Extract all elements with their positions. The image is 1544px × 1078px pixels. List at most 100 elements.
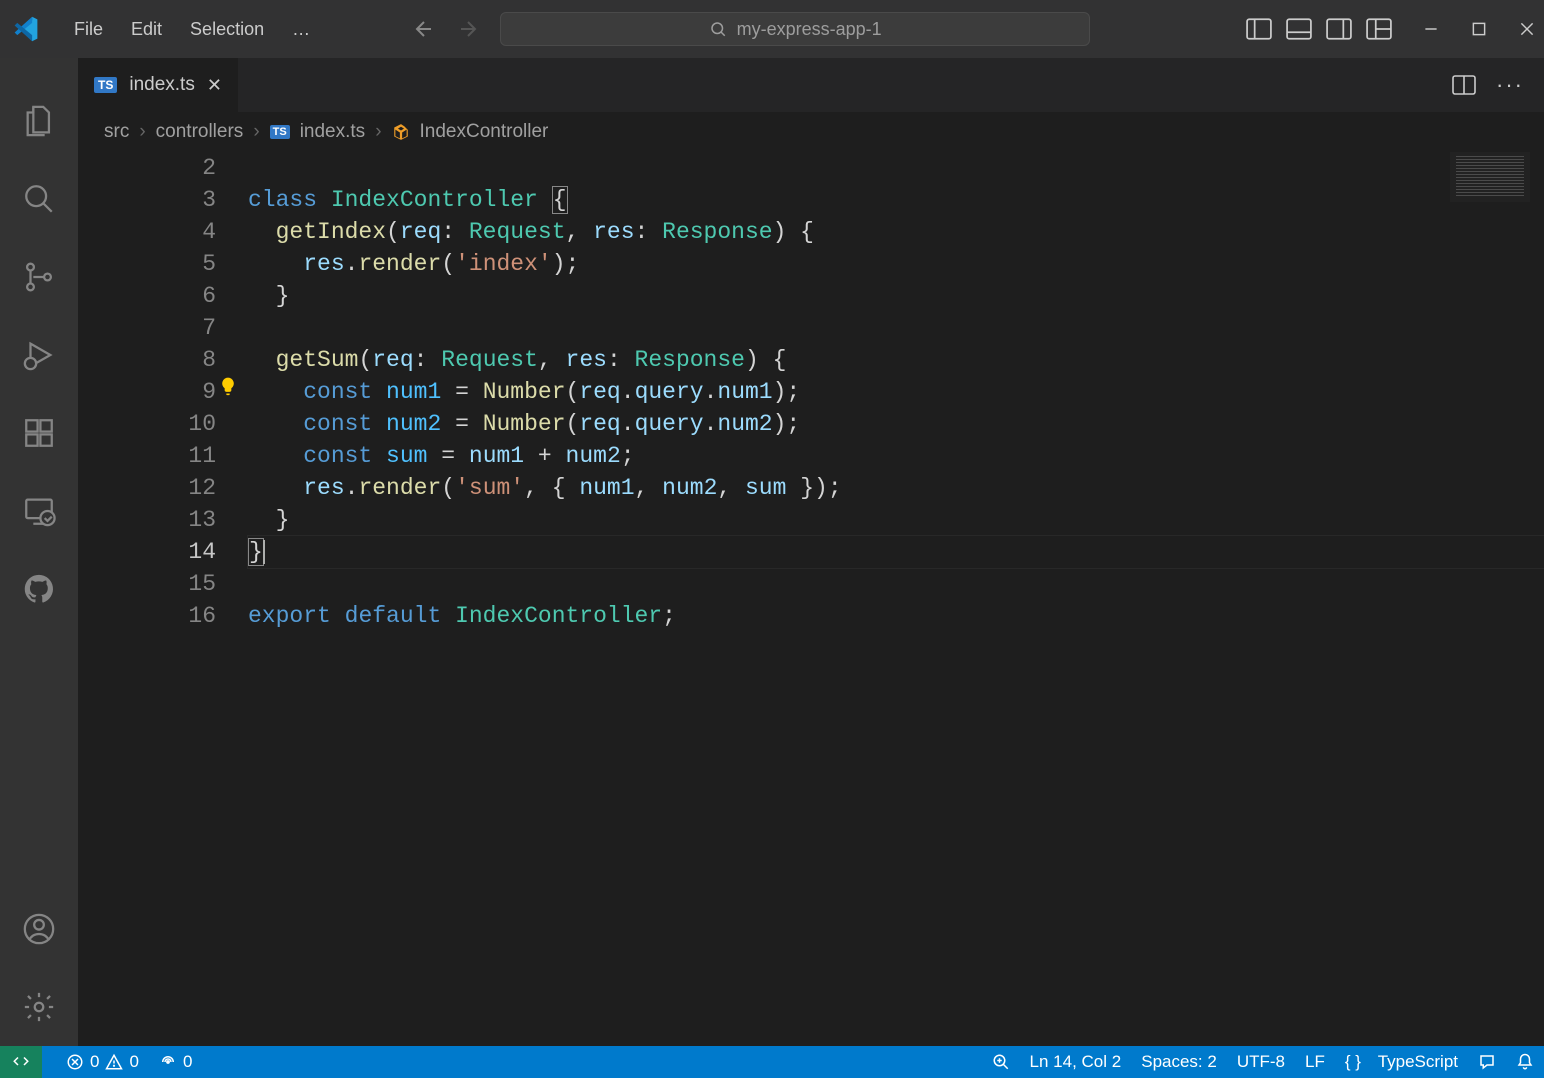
code-line[interactable]: 2: [78, 152, 1544, 184]
typescript-badge-icon: TS: [94, 77, 117, 93]
line-content[interactable]: [248, 152, 1544, 184]
breadcrumb-src[interactable]: src: [104, 121, 129, 143]
line-content[interactable]: }: [248, 504, 1544, 536]
line-content[interactable]: const num1 = Number(req.query.num1);: [248, 376, 1544, 408]
activity-accounts[interactable]: [0, 890, 78, 968]
line-number[interactable]: 7: [78, 312, 248, 344]
activity-github[interactable]: [0, 550, 78, 628]
toggle-primary-sidebar-icon[interactable]: [1246, 18, 1272, 40]
line-number[interactable]: 11: [78, 440, 248, 472]
command-center[interactable]: my-express-app-1: [500, 12, 1090, 46]
line-number[interactable]: 3: [78, 184, 248, 216]
line-content[interactable]: }: [248, 536, 1544, 568]
code-line[interactable]: 12 res.render('sum', { num1, num2, sum }…: [78, 472, 1544, 504]
customize-layout-icon[interactable]: [1366, 18, 1392, 40]
minimize-button[interactable]: [1422, 20, 1440, 38]
status-notifications[interactable]: [1506, 1053, 1544, 1071]
line-content[interactable]: const num2 = Number(req.query.num2);: [248, 408, 1544, 440]
line-number[interactable]: 10: [78, 408, 248, 440]
menu-more[interactable]: …: [280, 13, 322, 46]
code-line[interactable]: 5 res.render('index');: [78, 248, 1544, 280]
remote-explorer-icon: [22, 494, 56, 528]
split-editor-icon[interactable]: [1452, 74, 1476, 96]
search-icon: [22, 182, 56, 216]
activity-settings[interactable]: [0, 968, 78, 1046]
nav-controls: [412, 17, 480, 41]
line-number[interactable]: 8: [78, 344, 248, 376]
line-content[interactable]: res.render('index');: [248, 248, 1544, 280]
activity-explorer[interactable]: [0, 82, 78, 160]
line-number[interactable]: 16: [78, 600, 248, 632]
line-content[interactable]: getSum(req: Request, res: Response) {: [248, 344, 1544, 376]
code-line[interactable]: 4 getIndex(req: Request, res: Response) …: [78, 216, 1544, 248]
line-content[interactable]: [248, 568, 1544, 600]
nav-forward-icon[interactable]: [456, 17, 480, 41]
cursor: [263, 540, 265, 564]
activity-run-debug[interactable]: [0, 316, 78, 394]
status-zoom[interactable]: [982, 1053, 1020, 1071]
close-tab-icon[interactable]: ✕: [207, 75, 222, 96]
toggle-secondary-sidebar-icon[interactable]: [1326, 18, 1352, 40]
line-content[interactable]: export default IndexController;: [248, 600, 1544, 632]
code-line[interactable]: 10 const num2 = Number(req.query.num2);: [78, 408, 1544, 440]
status-feedback[interactable]: [1468, 1053, 1506, 1071]
status-language[interactable]: { } TypeScript: [1335, 1052, 1468, 1072]
line-content[interactable]: res.render('sum', { num1, num2, sum });: [248, 472, 1544, 504]
code-line[interactable]: 3class IndexController {: [78, 184, 1544, 216]
menu-file[interactable]: File: [62, 13, 115, 46]
code-line[interactable]: 16export default IndexController;: [78, 600, 1544, 632]
maximize-button[interactable]: [1470, 20, 1488, 38]
status-problems[interactable]: 0 0: [56, 1052, 149, 1072]
code-line[interactable]: 15: [78, 568, 1544, 600]
remote-indicator[interactable]: [0, 1046, 42, 1078]
warning-count: 0: [129, 1052, 138, 1072]
breadcrumb-symbol[interactable]: IndexController: [420, 121, 549, 143]
code-line[interactable]: 11 const sum = num1 + num2;: [78, 440, 1544, 472]
chevron-right-icon: ›: [375, 121, 381, 143]
status-bar: 0 0 0 Ln 14, Col 2 Spaces: 2 UTF-8 LF { …: [0, 1046, 1544, 1078]
line-number[interactable]: 5: [78, 248, 248, 280]
code-line[interactable]: 7: [78, 312, 1544, 344]
tab-actions: ···: [1432, 58, 1544, 112]
code-line[interactable]: 14}: [78, 536, 1544, 568]
code-line[interactable]: 6 }: [78, 280, 1544, 312]
status-encoding[interactable]: UTF-8: [1227, 1052, 1295, 1072]
activity-source-control[interactable]: [0, 238, 78, 316]
status-indentation[interactable]: Spaces: 2: [1131, 1052, 1227, 1072]
line-number[interactable]: 2: [78, 152, 248, 184]
close-button[interactable]: [1518, 20, 1536, 38]
activity-remote-explorer[interactable]: [0, 472, 78, 550]
menu-selection[interactable]: Selection: [178, 13, 276, 46]
code-line[interactable]: 9 const num1 = Number(req.query.num1);: [78, 376, 1544, 408]
more-actions-icon[interactable]: ···: [1496, 72, 1524, 98]
line-content[interactable]: const sum = num1 + num2;: [248, 440, 1544, 472]
line-number[interactable]: 6: [78, 280, 248, 312]
line-number[interactable]: 15: [78, 568, 248, 600]
lightbulb-icon[interactable]: [218, 376, 238, 396]
status-ports[interactable]: 0: [149, 1052, 202, 1072]
code-editor[interactable]: 23class IndexController {4 getIndex(req:…: [78, 152, 1544, 1046]
menu-edit[interactable]: Edit: [119, 13, 174, 46]
code-line[interactable]: 8 getSum(req: Request, res: Response) {: [78, 344, 1544, 376]
chevron-right-icon: ›: [253, 121, 259, 143]
line-number[interactable]: 12: [78, 472, 248, 504]
line-number[interactable]: 13: [78, 504, 248, 536]
line-number[interactable]: 4: [78, 216, 248, 248]
line-number[interactable]: 14: [78, 536, 248, 568]
tab-index-ts[interactable]: TS index.ts ✕: [78, 58, 239, 112]
line-content[interactable]: class IndexController {: [248, 184, 1544, 216]
breadcrumb[interactable]: src › controllers › TS index.ts › IndexC…: [78, 112, 1544, 152]
toggle-panel-icon[interactable]: [1286, 18, 1312, 40]
breadcrumb-controllers[interactable]: controllers: [156, 121, 244, 143]
status-eol[interactable]: LF: [1295, 1052, 1335, 1072]
breadcrumb-file[interactable]: index.ts: [300, 121, 365, 143]
line-content[interactable]: getIndex(req: Request, res: Response) {: [248, 216, 1544, 248]
activity-search[interactable]: [0, 160, 78, 238]
line-content[interactable]: [248, 312, 1544, 344]
code-line[interactable]: 13 }: [78, 504, 1544, 536]
class-symbol-icon: [392, 123, 410, 141]
nav-back-icon[interactable]: [412, 17, 436, 41]
activity-extensions[interactable]: [0, 394, 78, 472]
line-content[interactable]: }: [248, 280, 1544, 312]
status-cursor-position[interactable]: Ln 14, Col 2: [1020, 1052, 1132, 1072]
